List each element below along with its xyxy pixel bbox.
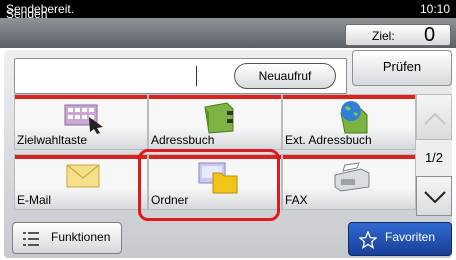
tile-fax[interactable]: FAX bbox=[282, 154, 416, 210]
chevron-down-icon bbox=[424, 191, 446, 204]
page-indicator: 1/2 bbox=[416, 140, 452, 176]
tile-email[interactable]: E-Mail bbox=[14, 154, 148, 210]
globe-book-icon bbox=[340, 101, 368, 134]
favorites-label: Favoriten bbox=[385, 230, 436, 244]
functions-button[interactable]: Funktionen bbox=[12, 222, 122, 254]
tile-label: FAX bbox=[285, 193, 308, 207]
tile-label: Adressbuch bbox=[151, 133, 215, 147]
check-button[interactable]: Prüfen bbox=[352, 50, 452, 86]
tile-label: Ext. Adressbuch bbox=[285, 133, 372, 147]
address-book-icon bbox=[204, 102, 234, 134]
clock: 10:10 bbox=[419, 2, 450, 16]
favorites-button[interactable]: Favoriten bbox=[348, 222, 452, 256]
fax-icon bbox=[334, 162, 370, 192]
keyboard-icon bbox=[64, 104, 103, 134]
scroll-down-button[interactable] bbox=[416, 176, 452, 216]
envelope-icon bbox=[66, 164, 100, 188]
destination-counter-value: 0 bbox=[424, 24, 436, 46]
tile-label: Zielwahltaste bbox=[17, 133, 88, 147]
highlight-frame bbox=[138, 149, 280, 221]
tile-zielwahltaste[interactable]: Zielwahltaste bbox=[14, 94, 148, 150]
list-icon bbox=[23, 232, 39, 246]
tile-adressbuch[interactable]: Adressbuch bbox=[148, 94, 282, 150]
destination-counter-label: Ziel: bbox=[372, 29, 395, 43]
star-icon bbox=[359, 231, 377, 249]
recall-button[interactable]: Neuaufruf bbox=[234, 63, 336, 89]
functions-label: Funktionen bbox=[51, 230, 111, 244]
page-title: Senden bbox=[6, 7, 48, 21]
input-cursor bbox=[196, 66, 197, 86]
chevron-up-icon bbox=[424, 112, 446, 125]
tile-label: E-Mail bbox=[17, 193, 52, 207]
tile-ext-adressbuch[interactable]: Ext. Adressbuch bbox=[282, 94, 416, 150]
scroll-up-button[interactable] bbox=[416, 94, 452, 140]
